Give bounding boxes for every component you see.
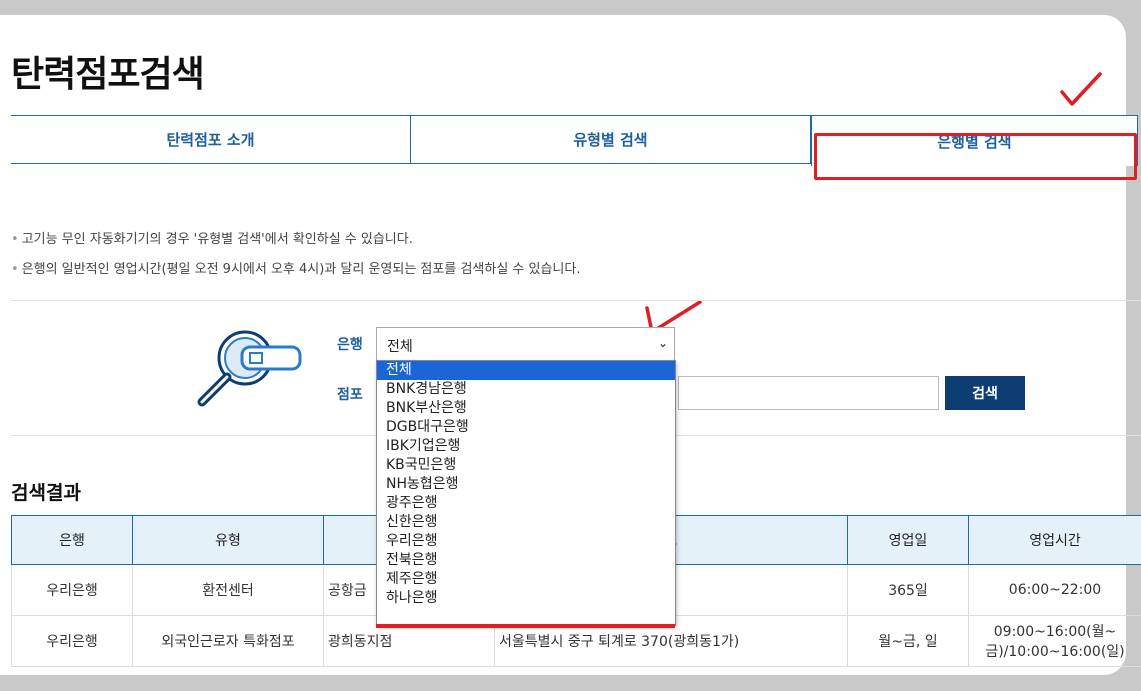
dropdown-option[interactable]: 신한은행 — [377, 513, 675, 532]
dropdown-option[interactable]: BNK부산은행 — [377, 399, 675, 418]
cell-hours: 06:00~22:00 — [968, 564, 1141, 616]
search-button[interactable]: 검색 — [945, 376, 1025, 410]
chevron-down-icon: ⌄ — [657, 336, 668, 350]
dropdown-option[interactable]: 우리은행 — [377, 532, 675, 551]
dropdown-option[interactable]: BNK경남은행 — [377, 380, 675, 399]
note-item: • 고기능 무인 자동화기기의 경우 '유형별 검색'에서 확인하실 수 있습니다… — [11, 232, 413, 247]
cell-hours: 09:00~16:00(월~금)/10:00~16:00(일) — [968, 615, 1141, 667]
col-header: 영업일 — [847, 515, 969, 565]
col-header: 유형 — [132, 515, 324, 565]
dropdown-option[interactable]: IBK기업은행 — [377, 437, 675, 456]
cell-days: 월~금, 일 — [847, 615, 969, 667]
tab-type-search[interactable]: 유형별 검색 — [410, 115, 811, 164]
results-title: 검색결과 — [11, 482, 81, 504]
bank-select-value: 전체 — [387, 339, 413, 355]
bank-label: 은행 — [337, 337, 363, 353]
tab-intro[interactable]: 탄력점포 소개 — [11, 115, 411, 164]
branch-label: 점포 — [337, 387, 363, 403]
cell-type: 환전센터 — [132, 564, 324, 616]
branch-input[interactable] — [678, 376, 939, 410]
dropdown-option[interactable]: NH농협은행 — [377, 475, 675, 494]
dropdown-option[interactable]: 제주은행 — [377, 570, 675, 589]
bank-dropdown-list: 전체 BNK경남은행 BNK부산은행 DGB대구은행 IBK기업은행 KB국민은… — [376, 360, 676, 626]
dropdown-option[interactable]: 하나은행 — [377, 589, 675, 608]
dropdown-option[interactable]: 전체 — [377, 361, 675, 380]
cell-bank: 우리은행 — [11, 564, 133, 616]
magnifier-card-icon — [197, 330, 302, 407]
cell-type: 외국인근로자 특화점포 — [132, 615, 324, 667]
dropdown-option[interactable]: DGB대구은행 — [377, 418, 675, 437]
col-header: 은행 — [11, 515, 133, 565]
checkmark-annotation-icon — [1060, 72, 1102, 106]
dropdown-option[interactable]: 광주은행 — [377, 494, 675, 513]
annotation-box — [814, 133, 1137, 180]
cell-days: 365일 — [847, 564, 969, 616]
dropdown-option[interactable]: KB국민은행 — [377, 456, 675, 475]
bank-select[interactable]: 전체 ⌄ — [376, 327, 675, 361]
cell-bank: 우리은행 — [11, 615, 133, 667]
note-item: • 은행의 일반적인 영업시간(평일 오전 9시에서 오후 4시)과 달리 운영되… — [11, 262, 581, 277]
dropdown-option[interactable]: 전북은행 — [377, 551, 675, 570]
notes: • 고기능 무인 자동화기기의 경우 '유형별 검색'에서 확인하실 수 있습니다… — [11, 228, 580, 288]
col-header: 영업시간 — [968, 515, 1141, 565]
divider — [11, 300, 1141, 301]
page-title: 탄력점포검색 — [11, 54, 205, 95]
annotation-underline — [376, 624, 675, 628]
